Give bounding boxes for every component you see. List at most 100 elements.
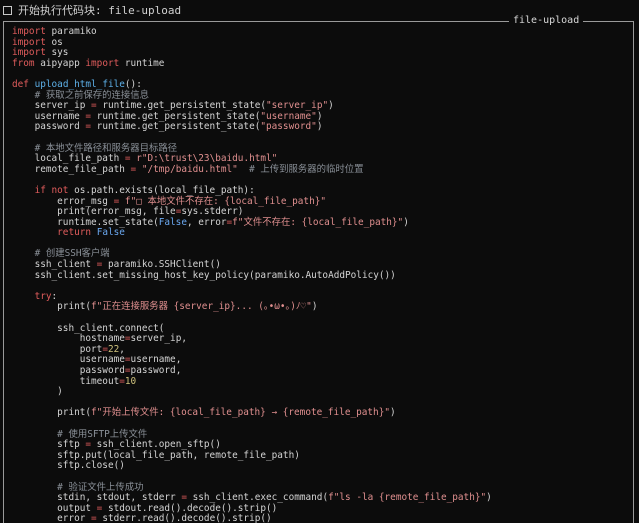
code-token: # 创建SSH客户端	[34, 248, 110, 260]
code-line: remote_file_path = "/tmp/baidu.html" # 上…	[12, 163, 492, 176]
code-token: f"正在连接服务器 {server_ip}... (｡•ω•｡)ﾉ♡"	[91, 301, 312, 313]
code-token: f"文件不存在: {local_file_path}"	[232, 216, 404, 228]
code-line: from aipyapp import runtime	[12, 57, 492, 70]
code-token: # 获取之前保存的连接信息	[34, 89, 149, 101]
code-token: runtime.get_persistent_state(	[96, 100, 267, 112]
code-token: r"D:\trust\23\baidu.html"	[136, 153, 278, 165]
code-token: sftp.put(local_file_path, remote_file_pa…	[12, 449, 300, 461]
code-token: ,	[119, 343, 125, 355]
code-token: f"ls -la {remote_file_path}"	[328, 492, 487, 504]
code-line: timeout=10	[12, 375, 492, 388]
code-token: ssh_client.set_missing_host_key_policy(p…	[12, 269, 396, 281]
code-token: runtime.get_persistent_state(	[91, 121, 261, 133]
checkbox-square-icon	[3, 5, 12, 15]
code-token: error	[12, 513, 92, 523]
code-token: runtime	[119, 57, 165, 69]
code-token: if not	[34, 184, 69, 196]
code-token: # 验证文件上传成功	[57, 481, 144, 493]
code-token: username	[12, 354, 125, 366]
code-token: output	[12, 502, 97, 514]
code-token: stderr.read().decode().strip()	[96, 513, 272, 523]
code-token: hostname	[12, 333, 125, 345]
code-token: sftp.close()	[12, 460, 125, 472]
code-token: )	[389, 407, 396, 419]
code-line: sftp.close()	[12, 461, 492, 472]
code-token: "password"	[260, 121, 317, 133]
code-token: # 本地文件路径和服务器目标路径	[34, 142, 178, 154]
code-token: print(error_msg, file	[12, 206, 176, 218]
code-token: port	[12, 343, 103, 355]
code-token: )	[12, 386, 63, 398]
code-token: "/tmp/baidu.html"	[141, 163, 238, 175]
code-token: f"□ 本地文件不存在: {local_file_path}"	[124, 195, 327, 207]
code-token: import	[85, 57, 120, 69]
code-token: stdin, stdout, stderr	[12, 492, 182, 504]
code-token: stdout.read().decode().strip()	[102, 502, 278, 514]
code-line: password = runtime.get_persistent_state(…	[12, 122, 492, 133]
code-token: sys	[45, 47, 69, 59]
panel-title: file-upload	[509, 15, 584, 27]
code-token: ssh_client.connect(	[12, 322, 165, 334]
code-token: )	[316, 110, 323, 122]
code-token: password,	[130, 365, 182, 376]
code-token: sys.stderr)	[181, 206, 244, 218]
code-token: return	[57, 227, 92, 239]
code-token: upload_html_file	[34, 78, 125, 90]
code-token: sftp	[12, 439, 86, 451]
code-token: import	[12, 47, 46, 59]
code-token: False	[158, 216, 187, 228]
code-token: error_msg	[12, 195, 114, 207]
code-token: import	[12, 36, 46, 48]
code-line: print(f"正在连接服务器 {server_ip}... (｡•ω•｡)ﾉ♡…	[12, 302, 492, 313]
code-token: from	[12, 57, 35, 69]
code-token: ():	[124, 78, 142, 90]
code-line: )	[12, 386, 492, 398]
code-token: ssh_client.open_sftp()	[91, 439, 221, 451]
code-token: server_ip,	[130, 333, 187, 345]
execution-header: 开始执行代码块: file-upload	[0, 2, 181, 18]
code-token: )	[328, 100, 334, 112]
code-line: return False	[12, 227, 492, 239]
code-line: ssh_client.set_missing_host_key_policy(p…	[12, 269, 492, 282]
code-token: 10	[124, 375, 137, 387]
code-line: import paramiko	[12, 26, 492, 38]
code-token: def	[12, 78, 29, 90]
header-text: 开始执行代码块: file-upload	[18, 4, 182, 17]
code-token: paramiko	[45, 26, 97, 37]
code-token: username,	[130, 354, 182, 366]
code-token: username	[12, 110, 86, 122]
code-token: 22	[107, 343, 120, 355]
code-block: import paramiko import os import sys from a…	[12, 26, 492, 523]
code-token: os	[45, 36, 63, 48]
code-token: print(	[12, 407, 92, 419]
code-token: server_ip	[12, 100, 92, 112]
code-token: )	[486, 492, 492, 504]
code-token: False	[96, 227, 125, 239]
code-token: timeout	[12, 375, 120, 387]
code-token: "server_ip"	[266, 100, 329, 112]
code-token: paramiko.SSHClient()	[102, 259, 221, 271]
code-token: ssh_client	[12, 259, 97, 271]
code-token: , error	[186, 216, 227, 228]
code-token: print(	[12, 301, 92, 313]
code-token: )	[311, 301, 318, 313]
code-line: print(f"开始上传文件: {local_file_path} → {rem…	[12, 408, 492, 419]
code-token: local_file_path	[12, 153, 125, 165]
code-token: password	[12, 365, 125, 376]
code-token: )	[403, 216, 409, 228]
code-token: "username"	[260, 110, 317, 122]
code-panel: file-upload import paramiko import os impo…	[3, 15, 634, 523]
code-token: )	[316, 121, 323, 133]
code-line: import os	[12, 36, 492, 49]
code-line: error = stderr.read().decode().strip()	[12, 514, 492, 523]
code-token: # 上传到服务器的临时位置	[249, 163, 364, 175]
code-token: aipyapp	[34, 57, 86, 69]
